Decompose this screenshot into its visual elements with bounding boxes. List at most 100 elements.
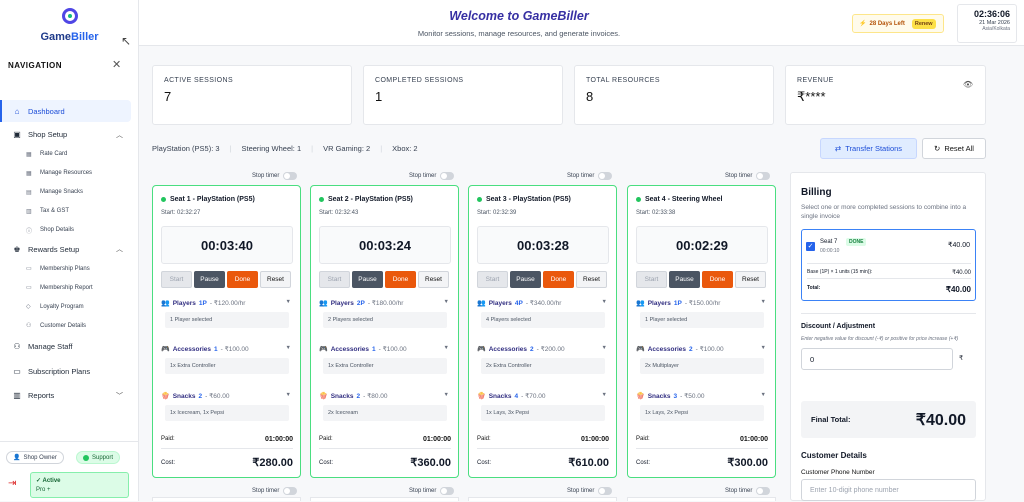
plan-status: ✓ Active Pro + bbox=[30, 472, 129, 498]
accessories-section[interactable]: 🎮 Accessories 2 - ₹200.00 ▼ 2x Extra Con… bbox=[477, 345, 609, 374]
clock: 02:36:06 21 Mar 2026 Asia/Kolkata bbox=[957, 4, 1017, 43]
stat-value: 1 bbox=[375, 89, 383, 104]
sidebar-item-reports[interactable]: ▥ Reports ﹀ bbox=[0, 386, 139, 406]
players-section[interactable]: 👥 Players 1P - ₹120.00/hr ▼ 1 Player sel… bbox=[161, 299, 293, 328]
session-timer: 00:03:24 bbox=[319, 226, 451, 264]
done-button[interactable]: Done bbox=[227, 271, 258, 288]
transfer-stations-button[interactable]: ⇄ Transfer Stations bbox=[820, 138, 917, 159]
reset-button[interactable]: Reset bbox=[735, 271, 766, 288]
stat-value: 7 bbox=[164, 89, 172, 104]
accessories-section[interactable]: 🎮 Accessories 2 - ₹100.00 ▼ 2x Multiplay… bbox=[636, 345, 768, 374]
final-total-label: Final Total: bbox=[811, 415, 851, 424]
staff-icon: ⚇ bbox=[13, 342, 21, 352]
caret-down-icon[interactable]: ▼ bbox=[444, 345, 449, 351]
discount-input[interactable]: 0 bbox=[801, 348, 953, 370]
stat-completed-sessions: COMPLETED SESSIONS 1 bbox=[363, 65, 563, 125]
sidebar-item-shop-setup[interactable]: ▣ Shop Setup ︿ bbox=[0, 125, 139, 145]
reset-button[interactable]: Reset bbox=[260, 271, 291, 288]
customer-phone-input[interactable]: Enter 10-digit phone number bbox=[801, 479, 976, 501]
caret-down-icon[interactable]: ▼ bbox=[602, 345, 607, 351]
caret-down-icon[interactable]: ▼ bbox=[444, 392, 449, 398]
role-badge[interactable]: 👤 Shop Owner bbox=[6, 451, 64, 464]
logo[interactable]: GameBiller bbox=[0, 8, 139, 43]
caret-down-icon[interactable]: ▼ bbox=[444, 299, 449, 305]
user-icon: 👤 bbox=[13, 455, 21, 461]
close-icon[interactable]: ✕ bbox=[112, 58, 121, 71]
sidebar-item-rewards-setup[interactable]: ♚ Rewards Setup ︿ bbox=[0, 240, 139, 260]
start-button[interactable]: Start bbox=[636, 271, 667, 288]
sidebar-subitem-loyalty-program[interactable]: ◇ Loyalty Program bbox=[0, 297, 139, 316]
caret-down-icon[interactable]: ▼ bbox=[602, 392, 607, 398]
pause-button[interactable]: Pause bbox=[669, 271, 700, 288]
resources-icon: ▦ bbox=[26, 170, 32, 177]
sidebar-subitem-customer-details[interactable]: ⚇ Customer Details bbox=[0, 316, 139, 335]
refresh-icon: ↻ bbox=[934, 144, 941, 153]
players-section[interactable]: 👥 Players 4P - ₹340.00/hr ▼ 4 Players se… bbox=[477, 299, 609, 328]
session-timer: 00:02:29 bbox=[636, 226, 768, 264]
sidebar-subitem-rate-card[interactable]: ▦ Rate Card bbox=[0, 145, 139, 164]
stat-value: 8 bbox=[586, 89, 594, 104]
accessories-section[interactable]: 🎮 Accessories 1 - ₹100.00 ▼ 1x Extra Con… bbox=[161, 345, 293, 374]
toggle-switch bbox=[756, 172, 771, 180]
cost-row: Cost: ₹610.00 bbox=[477, 457, 609, 469]
sidebar-subitem-membership-plans[interactable]: ▭ Membership Plans bbox=[0, 259, 139, 278]
players-section[interactable]: 👥 Players 1P - ₹150.00/hr ▼ 1 Player sel… bbox=[636, 299, 768, 328]
caret-down-icon[interactable]: ▼ bbox=[286, 345, 291, 351]
pause-button[interactable]: Pause bbox=[352, 271, 383, 288]
checkbox-checked-icon[interactable]: ✓ bbox=[806, 242, 815, 251]
stat-total-resources: TOTAL RESOURCES 8 bbox=[574, 65, 774, 125]
sidebar-subitem-manage-snacks[interactable]: ▤ Manage Snacks bbox=[0, 183, 139, 202]
stop-timer-toggle[interactable]: Stop timer bbox=[409, 487, 455, 495]
stop-timer-toggle[interactable]: Stop timer bbox=[567, 487, 613, 495]
stop-timer-toggle[interactable]: Stop timer bbox=[252, 172, 298, 180]
paid-value: 01:00:00 bbox=[739, 436, 768, 443]
caret-down-icon[interactable]: ▼ bbox=[761, 392, 766, 398]
caret-down-icon[interactable]: ▼ bbox=[761, 299, 766, 305]
accessories-section[interactable]: 🎮 Accessories 1 - ₹100.00 ▼ 1x Extra Con… bbox=[319, 345, 451, 374]
sidebar-subitem-membership-report[interactable]: ▭ Membership Report bbox=[0, 278, 139, 297]
players-section[interactable]: 👥 Players 2P - ₹180.00/hr ▼ 2 Players se… bbox=[319, 299, 451, 328]
sidebar-subitem-manage-resources[interactable]: ▦ Manage Resources bbox=[0, 164, 139, 183]
summary-vr: VR Gaming: 2 bbox=[323, 144, 371, 153]
caret-down-icon[interactable]: ▼ bbox=[761, 345, 766, 351]
start-button[interactable]: Start bbox=[477, 271, 508, 288]
session-timer: 00:03:40 bbox=[161, 226, 293, 264]
reset-button[interactable]: Reset bbox=[418, 271, 449, 288]
reset-button[interactable]: Reset bbox=[576, 271, 607, 288]
stop-timer-toggle[interactable]: Stop timer bbox=[252, 487, 298, 495]
caret-down-icon[interactable]: ▼ bbox=[286, 299, 291, 305]
sidebar-item-manage-staff[interactable]: ⚇ Manage Staff bbox=[0, 337, 139, 357]
stop-timer-toggle[interactable]: Stop timer bbox=[725, 487, 771, 495]
sidebar-item-dashboard[interactable]: ⌂ Dashboard bbox=[0, 100, 131, 122]
session-start: Start: 02:33:38 bbox=[636, 210, 676, 216]
toggle-switch bbox=[440, 172, 455, 180]
sidebar-item-subscription-plans[interactable]: ▭ Subscription Plans bbox=[0, 362, 139, 382]
eye-icon[interactable]: 👁 bbox=[963, 80, 973, 89]
pause-button[interactable]: Pause bbox=[510, 271, 541, 288]
snacks-section[interactable]: 🍿 Snacks 4 - ₹70.00 ▼ 1x Lays, 3x Pepsi bbox=[477, 392, 609, 421]
done-button[interactable]: Done bbox=[385, 271, 416, 288]
reset-all-button[interactable]: ↻ Reset All bbox=[922, 138, 986, 159]
nav-heading: NAVIGATION bbox=[8, 61, 63, 70]
renew-button[interactable]: Renew bbox=[911, 18, 936, 29]
sidebar-subitem-shop-details[interactable]: ⓘ Shop Details bbox=[0, 221, 139, 240]
start-button[interactable]: Start bbox=[161, 271, 192, 288]
cost-value: ₹280.00 bbox=[252, 457, 293, 469]
support-button[interactable]: Support bbox=[76, 451, 121, 464]
stop-timer-toggle[interactable]: Stop timer bbox=[567, 172, 613, 180]
stop-timer-toggle[interactable]: Stop timer bbox=[409, 172, 455, 180]
caret-down-icon[interactable]: ▼ bbox=[602, 299, 607, 305]
stop-timer-toggle[interactable]: Stop timer bbox=[725, 172, 771, 180]
snacks-section[interactable]: 🍿 Snacks 2 - ₹60.00 ▼ 1x Icecream, 1x Pe… bbox=[161, 392, 293, 421]
players-detail: 4 Players selected bbox=[481, 312, 605, 328]
logout-icon[interactable]: ⇥ bbox=[8, 478, 16, 489]
done-button[interactable]: Done bbox=[702, 271, 733, 288]
pause-button[interactable]: Pause bbox=[194, 271, 225, 288]
start-button[interactable]: Start bbox=[319, 271, 350, 288]
billing-item[interactable]: ✓ Seat 7 DONE 00:00:10 ₹40.00 Base (1P) … bbox=[801, 229, 976, 301]
caret-down-icon[interactable]: ▼ bbox=[286, 392, 291, 398]
done-button[interactable]: Done bbox=[543, 271, 574, 288]
sidebar-subitem-tax-gst[interactable]: ▥ Tax & GST bbox=[0, 202, 139, 221]
snacks-section[interactable]: 🍿 Snacks 3 - ₹50.00 ▼ 1x Lays, 2x Pepsi bbox=[636, 392, 768, 421]
snacks-section[interactable]: 🍿 Snacks 2 - ₹80.00 ▼ 2x Icecream bbox=[319, 392, 451, 421]
